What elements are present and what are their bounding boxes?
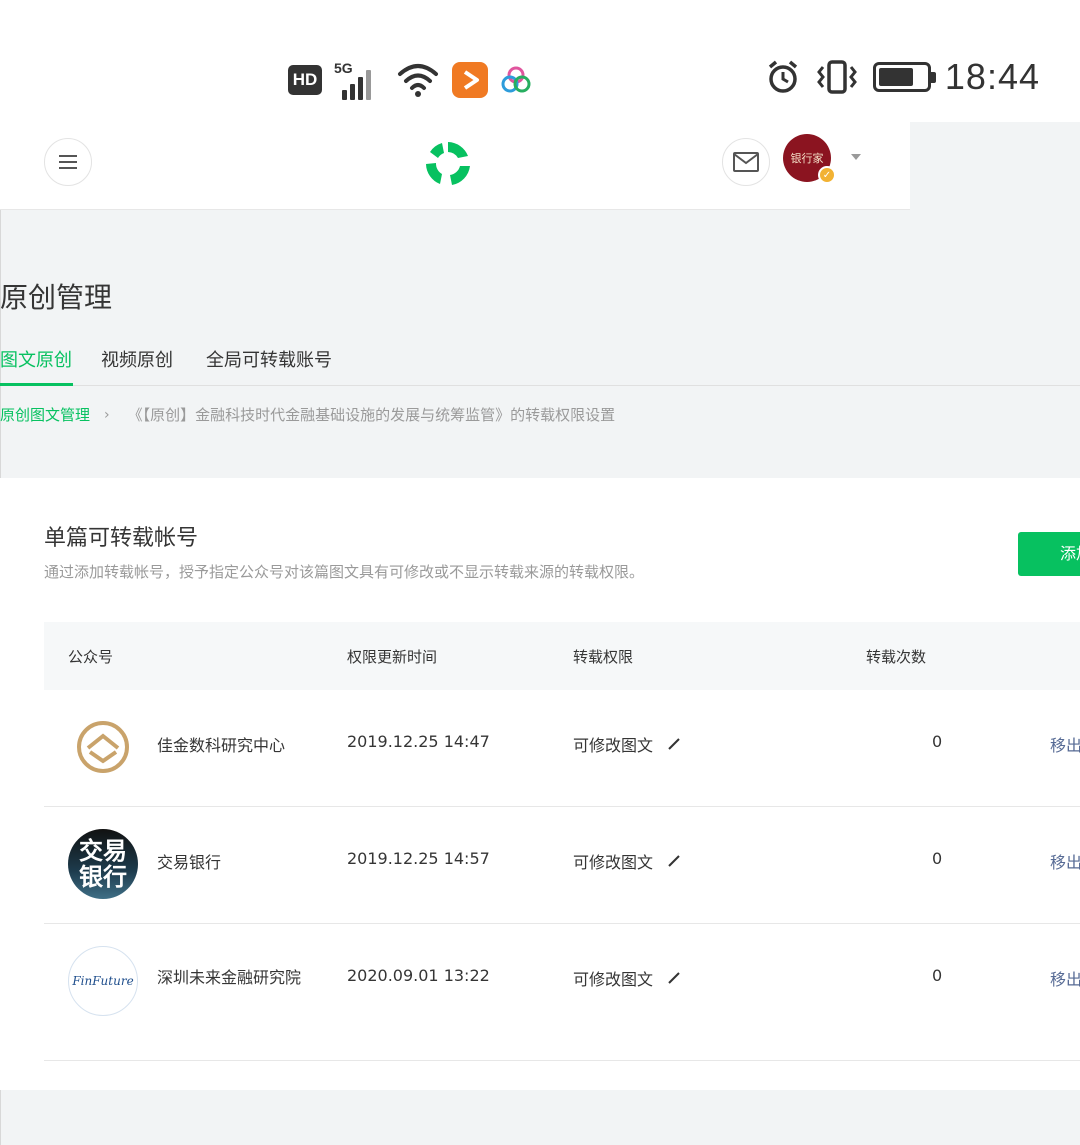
repost-accounts-card: 单篇可转载帐号 通过添加转载帐号，授予指定公众号对该篇图文具有可修改或不显示转载… <box>0 478 1080 1090</box>
update-time: 2019.12.25 14:47 <box>347 732 490 751</box>
status-bar-left: HD 5G <box>288 60 532 100</box>
pencil-icon <box>668 972 680 984</box>
table-row: 佳金数科研究中心 2019.12.25 14:47 可修改图文 0 移出 <box>44 690 1080 807</box>
wifi-icon <box>398 64 438 97</box>
account-logo-jiajin <box>68 712 138 782</box>
vibrate-icon <box>816 60 857 94</box>
permission-edit[interactable]: 可修改图文 <box>573 966 681 990</box>
permission-label: 可修改图文 <box>573 853 654 872</box>
status-time: 18:44 <box>944 56 1040 97</box>
mail-icon <box>733 152 759 172</box>
add-account-button[interactable]: 添加 <box>1018 532 1080 576</box>
tab-video-original[interactable]: 视频原创 <box>101 346 173 386</box>
table-header: 公众号 权限更新时间 转载权限 转载次数 <box>44 622 1080 690</box>
tab-global-repost-accounts[interactable]: 全局可转载账号 <box>206 346 332 386</box>
account-name: 佳金数科研究中心 <box>157 736 286 755</box>
account-logo-jiaoyi: 交易 银行 <box>68 829 138 899</box>
remove-link[interactable]: 移出 <box>1050 966 1080 990</box>
status-bar: HD 5G 18:44 <box>0 0 1080 122</box>
signal-icon: 5G <box>334 60 384 100</box>
table-row: 交易 银行 交易银行 2019.12.25 14:57 可修改图文 0 移出 <box>44 807 1080 924</box>
tab-article-original[interactable]: 图文原创 <box>0 346 73 386</box>
breadcrumb-link[interactable]: 原创图文管理 <box>0 404 90 425</box>
column-header-permission: 转载权限 <box>573 648 634 666</box>
card-description: 通过添加转载帐号，授予指定公众号对该篇图文具有可修改或不显示转载来源的转载权限。 <box>44 563 645 581</box>
permission-edit[interactable]: 可修改图文 <box>573 849 681 873</box>
update-time: 2020.09.01 13:22 <box>347 966 490 985</box>
battery-icon <box>872 62 936 92</box>
column-header-account: 公众号 <box>68 648 114 666</box>
account-logo-text: 交易 银行 <box>79 837 127 891</box>
account-name: 深圳未来金融研究院 <box>157 968 302 987</box>
pencil-icon <box>668 855 680 867</box>
account-logo-finfuture: FinFuture <box>68 946 138 1016</box>
column-header-time: 权限更新时间 <box>347 648 438 666</box>
card-title: 单篇可转载帐号 <box>44 526 199 551</box>
permission-label: 可修改图文 <box>573 970 654 989</box>
repost-count: 0 <box>932 732 943 751</box>
cloud-app-icon <box>501 66 531 93</box>
top-header: 银行家 ✓ <box>0 122 910 210</box>
breadcrumb: 原创图文管理 › 《【原创】金融科技时代金融基础设施的发展与统筹监管》的转载权限… <box>0 404 615 425</box>
repost-count: 0 <box>932 849 943 868</box>
column-header-count: 转载次数 <box>866 648 927 666</box>
page-title: 原创管理 <box>0 281 113 314</box>
hd-icon: HD <box>288 65 322 95</box>
tab-bar: 图文原创 视频原创 全局可转载账号 <box>0 340 1080 386</box>
breadcrumb-separator-icon: › <box>104 406 110 423</box>
menu-icon <box>59 155 77 169</box>
accounts-table: 公众号 权限更新时间 转载权限 转载次数 佳金数科研究中心 2019.12.25… <box>44 622 1080 1061</box>
avatar-text: 银行家 <box>790 152 824 165</box>
alarm-icon <box>768 60 798 93</box>
menu-button[interactable] <box>44 138 92 186</box>
wechat-platform-logo[interactable] <box>420 136 476 192</box>
account-logo-text: FinFuture <box>72 974 134 988</box>
permission-edit[interactable]: 可修改图文 <box>573 732 681 756</box>
account-name: 交易银行 <box>157 853 222 872</box>
permission-label: 可修改图文 <box>573 736 654 755</box>
mail-button[interactable] <box>722 138 770 186</box>
status-bar-right: 18:44 <box>765 56 1040 98</box>
verified-badge-icon: ✓ <box>818 166 836 184</box>
video-app-icon <box>452 62 488 98</box>
chevron-down-icon[interactable] <box>851 154 861 160</box>
battery-level <box>878 68 914 86</box>
remove-link[interactable]: 移出 <box>1050 849 1080 873</box>
pencil-icon <box>668 738 680 750</box>
remove-link[interactable]: 移出 <box>1050 732 1080 756</box>
repost-count: 0 <box>932 966 943 985</box>
update-time: 2019.12.25 14:57 <box>347 849 490 868</box>
breadcrumb-current: 《【原创】金融科技时代金融基础设施的发展与统筹监管》的转载权限设置 <box>127 406 616 424</box>
table-row: FinFuture 深圳未来金融研究院 2020.09.01 13:22 可修改… <box>44 924 1080 1061</box>
